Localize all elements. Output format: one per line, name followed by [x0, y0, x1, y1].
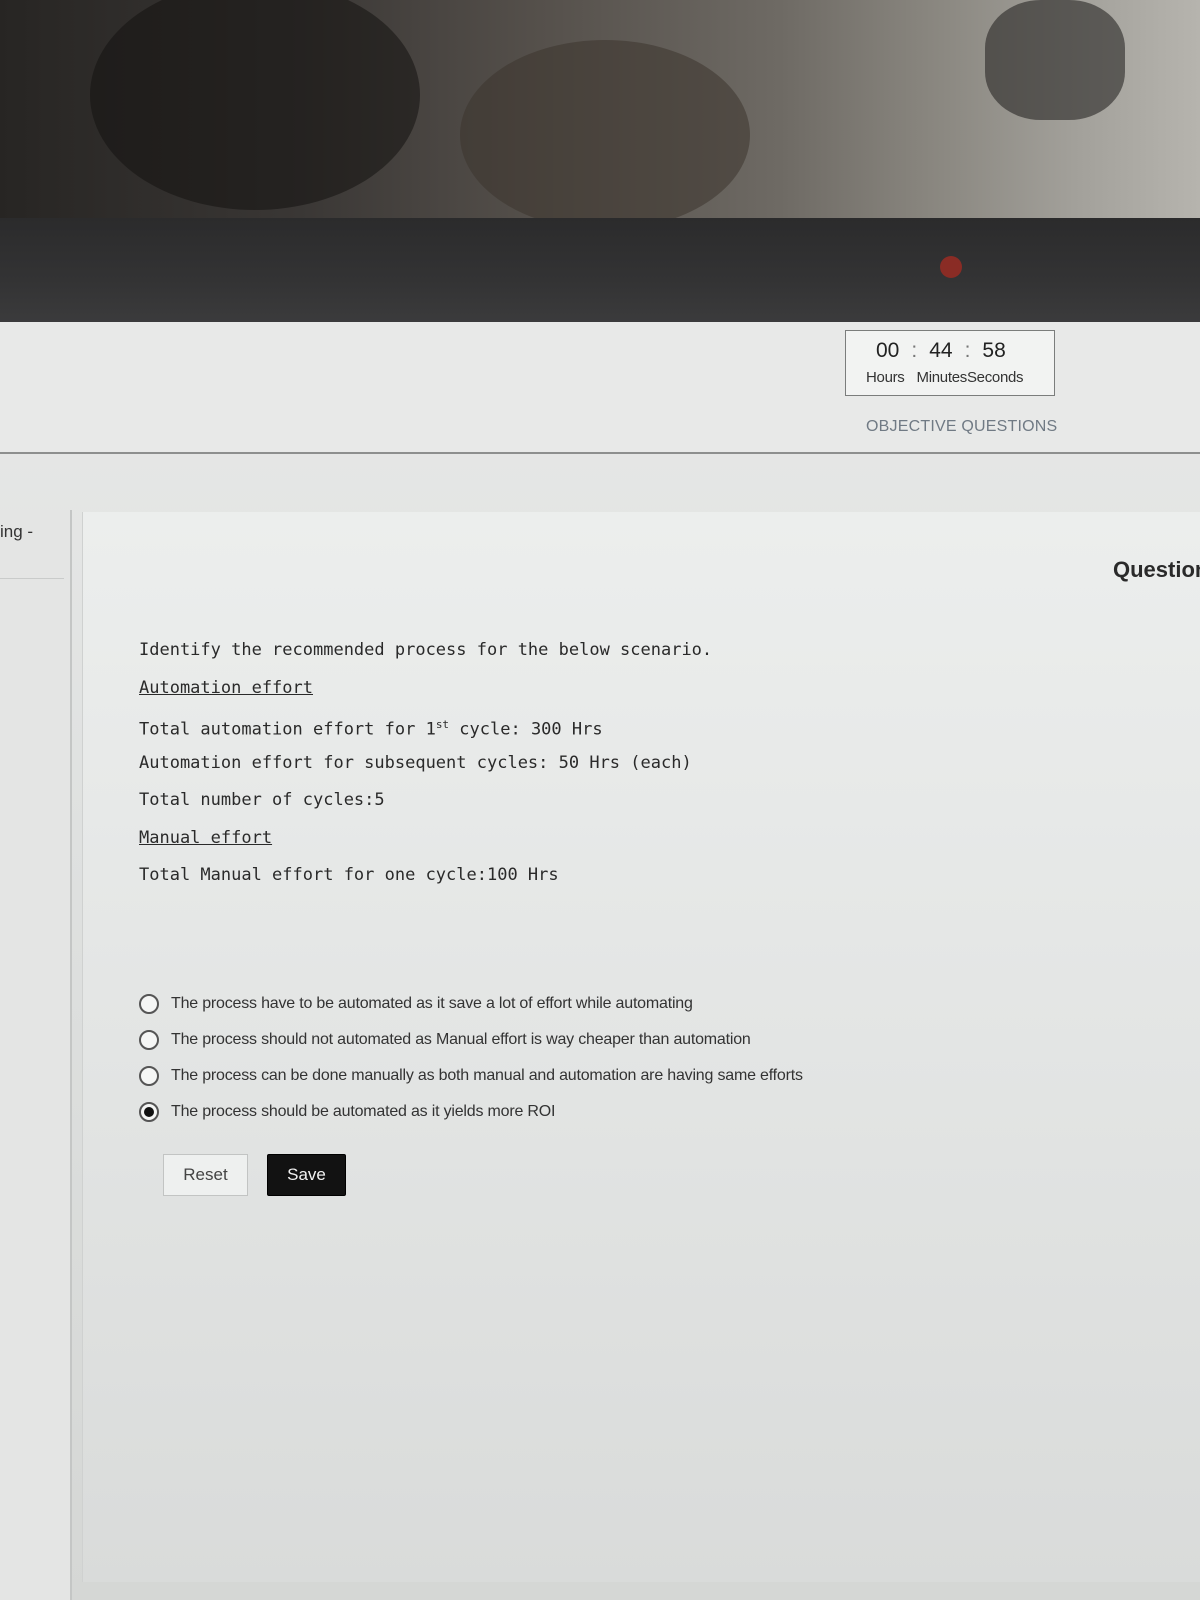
timer-digits: 00 : 44 : 58	[876, 339, 1006, 363]
left-panel: ing -	[0, 510, 72, 1600]
question-line-4: Total Manual effort for one cycle:100 Hr…	[139, 865, 559, 885]
save-button[interactable]: Save	[267, 1154, 346, 1196]
monitor-bezel	[0, 218, 1200, 322]
background-shape	[460, 40, 750, 225]
answer-option-label: The process should not automated as Manu…	[171, 1031, 751, 1048]
reset-button[interactable]: Reset	[163, 1154, 248, 1196]
radio-button[interactable]	[139, 994, 159, 1014]
automation-effort-heading: Automation effort	[139, 677, 313, 698]
timer-separator: :	[964, 339, 971, 362]
left-panel-label: ing -	[0, 522, 34, 541]
answer-option[interactable]: The process should be automated as it yi…	[139, 1094, 803, 1130]
question-line-3: Total number of cycles:5	[139, 790, 385, 810]
timer-seconds: 58	[982, 339, 1006, 362]
background-shape	[90, 0, 420, 210]
divider	[0, 578, 64, 579]
timer-hours-label: Hours	[866, 369, 905, 386]
question-heading: Question	[1113, 557, 1200, 582]
timer-separator: :	[911, 339, 918, 362]
question-line-1: Total automation effort for 1st cycle: 3…	[139, 715, 712, 753]
answer-option-label: The process should be automated as it yi…	[171, 1103, 556, 1120]
answer-option[interactable]: The process can be done manually as both…	[139, 1058, 803, 1094]
timer-minutes: 44	[929, 339, 953, 362]
countdown-timer: 00 : 44 : 58 Hours Minutes Seconds	[845, 330, 1055, 396]
section-label: OBJECTIVE QUESTIONS	[866, 418, 1058, 435]
webcam-indicator-light	[940, 256, 962, 278]
answer-option[interactable]: The process should not automated as Manu…	[139, 1022, 803, 1058]
question-body: Identify the recommended process for the…	[139, 640, 712, 903]
answer-options: The process have to be automated as it s…	[139, 986, 803, 1130]
timer-minutes-label: Minutes	[916, 369, 968, 386]
timer-hours: 00	[876, 339, 900, 362]
timer-labels: Hours Minutes Seconds	[866, 369, 1024, 386]
timer-seconds-label: Seconds	[966, 369, 1024, 386]
answer-option-label: The process have to be automated as it s…	[171, 995, 693, 1012]
line1-superscript: st	[435, 718, 450, 731]
line1-prefix: Total automation effort for 1	[139, 719, 436, 740]
manual-effort-heading: Manual effort	[139, 827, 273, 848]
radio-button[interactable]	[139, 1066, 159, 1086]
answer-option[interactable]: The process have to be automated as it s…	[139, 986, 803, 1022]
radio-button[interactable]	[139, 1102, 159, 1122]
exam-header: 00 : 44 : 58 Hours Minutes Seconds OBJEC…	[0, 322, 1200, 454]
radio-button[interactable]	[139, 1030, 159, 1050]
background-shape	[985, 0, 1125, 120]
background-room	[0, 0, 1200, 225]
answer-option-label: The process can be done manually as both…	[171, 1067, 803, 1084]
question-prompt: Identify the recommended process for the…	[139, 640, 713, 660]
line1-suffix: cycle: 300 Hrs	[449, 719, 603, 740]
question-line-2: Automation effort for subsequent cycles:…	[139, 752, 692, 773]
exam-screen: 00 : 44 : 58 Hours Minutes Seconds OBJEC…	[0, 322, 1200, 1600]
